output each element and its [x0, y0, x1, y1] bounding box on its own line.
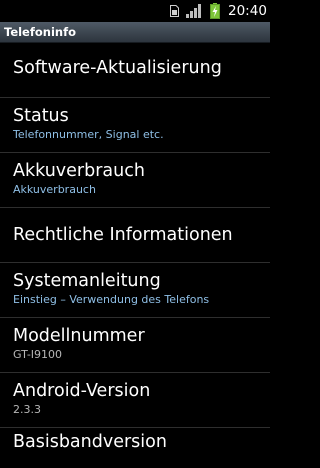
- item-value: GT-I9100: [13, 348, 63, 361]
- title-bar: Telefoninfo: [0, 22, 270, 43]
- list-item-baseband-version: Basisbandversion: [0, 428, 270, 468]
- list-item-status[interactable]: Status Telefonnummer, Signal etc.: [0, 98, 270, 153]
- page-title: Telefoninfo: [4, 25, 76, 39]
- item-title: Modellnummer: [13, 326, 145, 346]
- item-subtitle: Einstieg – Verwendung des Telefons: [13, 293, 210, 306]
- list-item-system-guide[interactable]: Systemanleitung Einstieg – Verwendung de…: [0, 263, 270, 318]
- item-value: 2.3.3: [13, 403, 41, 416]
- item-title: Systemanleitung: [13, 271, 161, 291]
- list-item-android-version: Android-Version 2.3.3: [0, 373, 270, 428]
- item-title: Akkuverbrauch: [13, 161, 145, 181]
- clock-time: 20:40: [228, 3, 267, 19]
- battery-charging-icon: [210, 3, 220, 19]
- sim-card-icon: [170, 5, 179, 17]
- item-title: Status: [13, 106, 69, 126]
- list-item-legal-info[interactable]: Rechtliche Informationen: [0, 208, 270, 263]
- list-item-battery-usage[interactable]: Akkuverbrauch Akkuverbrauch: [0, 153, 270, 208]
- signal-strength-icon: [186, 4, 201, 18]
- item-title: Rechtliche Informationen: [13, 225, 233, 245]
- item-subtitle: Telefonnummer, Signal etc.: [13, 128, 164, 141]
- item-subtitle: Akkuverbrauch: [13, 183, 96, 196]
- item-title: Basisbandversion: [13, 432, 167, 452]
- list-item-model-number: Modellnummer GT-I9100: [0, 318, 270, 373]
- item-title: Software-Aktualisierung: [13, 58, 222, 78]
- status-bar: 20:40: [0, 0, 270, 22]
- item-title: Android-Version: [13, 381, 151, 401]
- list-item-software-update[interactable]: Software-Aktualisierung: [0, 43, 270, 98]
